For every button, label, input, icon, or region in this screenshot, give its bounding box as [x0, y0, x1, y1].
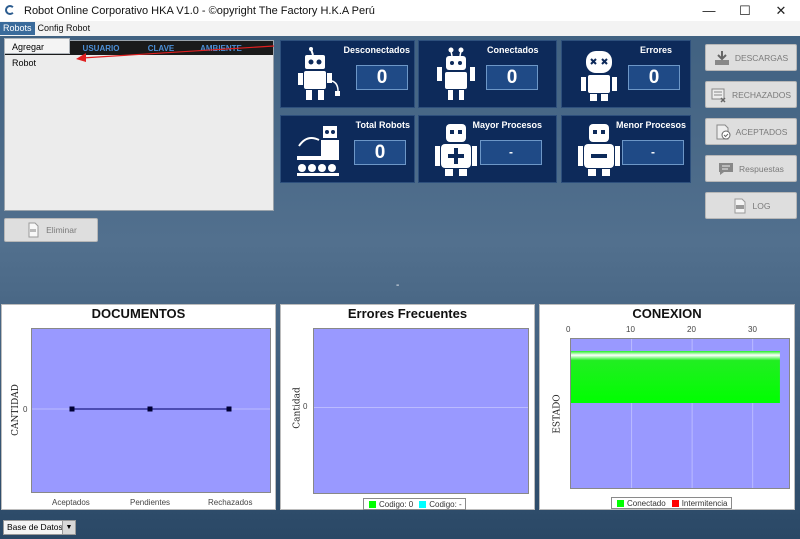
- stat-total-robots: Total Robots 0: [280, 115, 415, 183]
- conexion-panel: CONEXION 0 10 20 30 ESTADO Conectado Int…: [539, 304, 795, 510]
- respuestas-label: Respuestas: [739, 163, 784, 174]
- robot-connected-icon: [437, 47, 475, 100]
- legend-intermitencia: Intermitencia: [681, 498, 728, 508]
- conexion-plot: [570, 338, 790, 489]
- errores-ytick: 0: [303, 402, 308, 411]
- chevron-down-icon[interactable]: ▼: [62, 521, 75, 534]
- documentos-ylabel: CANTIDAD: [10, 384, 21, 436]
- stat-desconectados-value: 0: [356, 65, 408, 90]
- conexion-legend: Conectado Intermitencia: [611, 497, 732, 509]
- conexion-xtick-20: 20: [687, 325, 696, 334]
- stat-errores-label: Errores: [639, 45, 672, 55]
- documentos-ytick: 0: [23, 405, 28, 414]
- stat-menor-procesos: Menor Procesos -: [561, 115, 691, 183]
- errores-plot: [313, 328, 529, 494]
- stat-errores: Errores 0: [561, 40, 691, 108]
- descargas-label: DESCARGAS: [734, 52, 789, 63]
- aceptados-button[interactable]: ACEPTADOS: [705, 118, 797, 145]
- documentos-title: DOCUMENTOS: [91, 306, 186, 321]
- robot-factory-icon: [297, 126, 339, 176]
- robot-error-icon: [581, 51, 617, 101]
- rechazados-label: RECHAZADOS: [731, 89, 792, 100]
- column-usuario[interactable]: USUARIO: [71, 44, 131, 53]
- column-clave[interactable]: CLAVE: [131, 44, 191, 53]
- errores-panel: Errores Frecuentes Cantidad 0 Codigo: 0 …: [280, 304, 535, 510]
- stat-conectados: Conectados 0: [418, 40, 557, 108]
- window-title: Robot Online Corporativo HKA V1.0 - ©opy…: [24, 4, 375, 17]
- legend-codigo1: Codigo: -: [429, 499, 462, 509]
- legend-swatch-conectado: [617, 499, 624, 507]
- maximize-icon[interactable]: ☐: [727, 0, 763, 21]
- eliminar-label: Eliminar: [46, 225, 77, 235]
- documentos-panel: DOCUMENTOS CANTIDAD 0 Aceptados Pendient…: [1, 304, 276, 510]
- errores-title: Errores Frecuentes: [347, 306, 468, 321]
- menu-bar: Robots Config Robot: [0, 21, 800, 36]
- conexion-title: CONEXION: [632, 306, 702, 321]
- documentos-point-pendientes: [147, 406, 153, 412]
- legend-conectado: Conectado: [627, 498, 666, 508]
- robot-disconnected-icon: [298, 47, 340, 100]
- respuestas-button[interactable]: Respuestas: [705, 155, 797, 182]
- documentos-xtick-pendientes: Pendientes: [130, 498, 171, 507]
- documentos-line-chart: [32, 406, 270, 412]
- stat-total-label: Total Robots: [355, 120, 410, 130]
- legend-swatch-codigo0: [369, 500, 376, 508]
- database-select-value: Base de Datos: [7, 522, 63, 532]
- stat-menor-value: -: [622, 140, 684, 165]
- column-ambiente[interactable]: AMBIENTE: [191, 44, 251, 53]
- legend-codigo0: Codigo: 0: [379, 499, 414, 509]
- stat-mayor-label: Mayor Procesos: [472, 120, 542, 130]
- accepted-doc-icon: [715, 124, 731, 140]
- descargas-button[interactable]: DESCARGAS: [705, 44, 797, 71]
- conexion-xtick-0: 0: [566, 325, 571, 334]
- legend-swatch-codigo1: [419, 500, 427, 508]
- minimize-icon[interactable]: —: [691, 0, 727, 21]
- close-icon[interactable]: ✕: [763, 0, 799, 21]
- conexion-ylabel: ESTADO: [552, 394, 563, 434]
- documentos-xtick-aceptados: Aceptados: [52, 498, 90, 507]
- errores-zero-gridline: [314, 407, 528, 408]
- conexion-xtick-10: 10: [626, 325, 635, 334]
- menu-item-agregar-robot[interactable]: Agregar Robot: [4, 38, 70, 68]
- robot-minus-icon: [578, 124, 620, 176]
- documentos-xtick-rechazados: Rechazados: [208, 498, 253, 507]
- legend-swatch-intermitencia: [671, 499, 679, 507]
- errores-legend: Codigo: 0 Codigo: -: [363, 498, 466, 510]
- conexion-bar-chart: [571, 339, 780, 488]
- conexion-bar-conectado: [571, 351, 780, 403]
- documentos-point-aceptados: [69, 406, 75, 412]
- log-button[interactable]: LOG: [705, 192, 797, 219]
- stat-conectados-label: Conectados: [487, 45, 539, 55]
- stat-errores-value: 0: [628, 65, 680, 90]
- chat-icon: [718, 161, 734, 177]
- rejected-doc-icon: [711, 87, 727, 103]
- title-bar: Robot Online Corporativo HKA V1.0 - ©opy…: [0, 0, 800, 21]
- eliminar-button[interactable]: Eliminar: [4, 218, 98, 242]
- stat-desconectados-label: Desconectados: [343, 45, 410, 55]
- document-icon: [25, 222, 41, 238]
- center-mark: -: [396, 280, 400, 291]
- log-file-icon: [732, 198, 748, 214]
- rechazados-button[interactable]: RECHAZADOS: [705, 81, 797, 108]
- stat-mayor-procesos: Mayor Procesos -: [418, 115, 557, 183]
- robot-table[interactable]: USUARIO CLAVE AMBIENTE: [4, 40, 274, 211]
- app-icon: [4, 4, 18, 18]
- menu-config-robot[interactable]: Config Robot: [35, 22, 94, 35]
- download-icon: [714, 50, 730, 66]
- stat-mayor-value: -: [480, 140, 542, 165]
- aceptados-label: ACEPTADOS: [735, 126, 788, 137]
- errores-ylabel: Cantidad: [292, 387, 303, 429]
- robot-plus-icon: [435, 124, 477, 176]
- stat-menor-label: Menor Procesos: [615, 120, 686, 130]
- conexion-xtick-30: 30: [748, 325, 757, 334]
- documentos-point-rechazados: [226, 406, 232, 412]
- stat-total-value: 0: [354, 140, 406, 165]
- log-label: LOG: [752, 200, 771, 211]
- stat-conectados-value: 0: [486, 65, 538, 90]
- documentos-plot: [31, 328, 271, 493]
- stat-desconectados: Desconectados 0: [280, 40, 415, 108]
- database-select[interactable]: Base de Datos ▼: [3, 520, 76, 535]
- menu-robots[interactable]: Robots: [0, 22, 35, 35]
